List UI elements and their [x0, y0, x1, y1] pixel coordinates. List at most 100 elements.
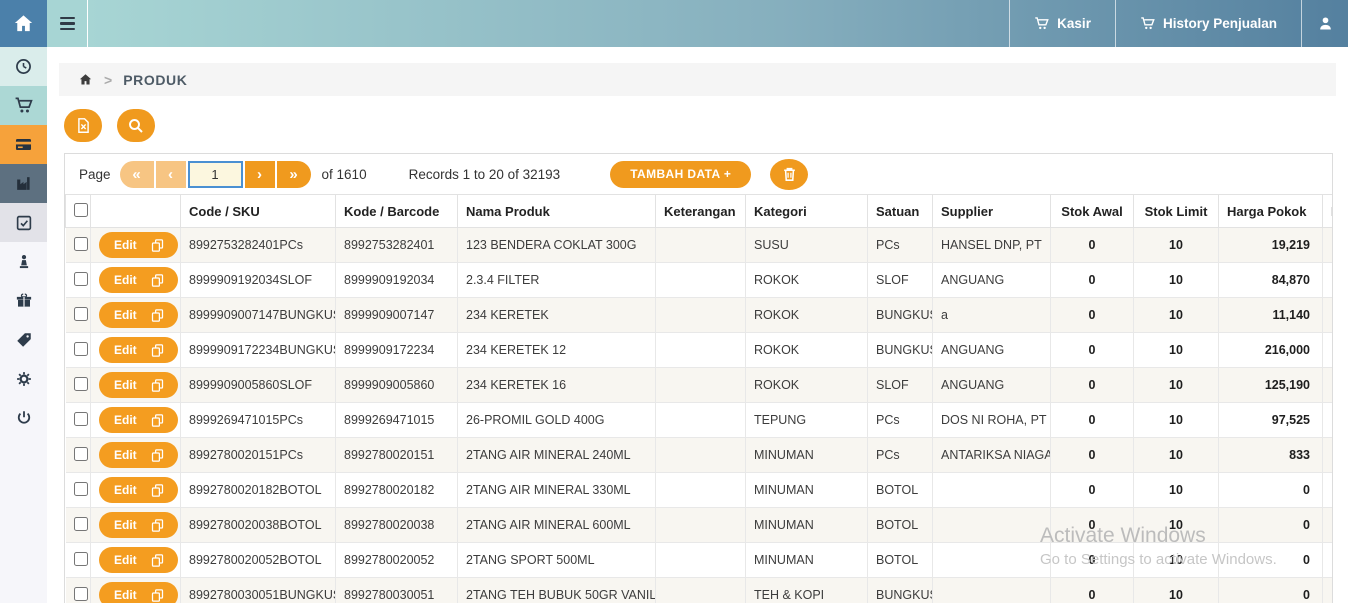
cell-harga-pokok: 0 — [1219, 508, 1323, 543]
product-table-body: Edit 8992753282401PCs 8992753282401 123 … — [66, 228, 1334, 603]
sidebar-item-dashboard[interactable] — [0, 47, 47, 86]
row-checkbox[interactable] — [74, 342, 88, 356]
row-checkbox[interactable] — [74, 447, 88, 461]
row-checkbox[interactable] — [74, 377, 88, 391]
edit-button[interactable]: Edit — [99, 232, 178, 258]
edit-button[interactable]: Edit — [99, 477, 178, 503]
sidebar-item-produk-active[interactable] — [0, 125, 47, 164]
row-checkbox[interactable] — [74, 587, 88, 601]
export-excel-button[interactable] — [64, 109, 102, 142]
page-label: Page — [79, 167, 111, 182]
cell-truncated — [1323, 228, 1334, 263]
edit-button-label: Edit — [114, 378, 137, 392]
column-header-stok-limit: Stok Limit — [1134, 195, 1219, 228]
factory-icon — [14, 174, 33, 193]
row-checkbox[interactable] — [74, 552, 88, 566]
cell-truncated — [1323, 508, 1334, 543]
nav-item-label: Kasir — [1057, 16, 1091, 31]
first-page-button[interactable]: « — [120, 161, 154, 188]
cell-stok-awal: 0 — [1051, 438, 1134, 473]
cell-keterangan — [656, 473, 746, 508]
column-header-keterangan: Keterangan — [656, 195, 746, 228]
cell-code-sku: 8992780020151PCs — [181, 438, 336, 473]
prev-page-button[interactable]: ‹ — [156, 161, 186, 188]
row-checkbox[interactable] — [74, 307, 88, 321]
user-menu-button[interactable] — [1301, 0, 1348, 47]
product-table-panel: Page « ‹ › » of 1610 Records 1 to 20 of … — [64, 153, 1333, 603]
cell-kategori: ROKOK — [746, 298, 868, 333]
cell-stok-limit: 10 — [1134, 333, 1219, 368]
edit-button-label: Edit — [114, 518, 137, 532]
row-checkbox[interactable] — [74, 517, 88, 531]
breadcrumb-home-icon[interactable] — [78, 72, 93, 87]
edit-button[interactable]: Edit — [99, 337, 178, 363]
cell-truncated — [1323, 543, 1334, 578]
cell-kode-barcode: 8992780020182 — [336, 473, 458, 508]
edit-button-label: Edit — [114, 413, 137, 427]
cell-satuan: BOTOL — [868, 508, 933, 543]
sidebar-item-settings[interactable] — [0, 359, 47, 398]
excel-file-icon — [75, 117, 92, 134]
cell-keterangan — [656, 263, 746, 298]
row-checkbox[interactable] — [74, 412, 88, 426]
cell-code-sku: 8992780020038BOTOL — [181, 508, 336, 543]
sidebar-item-gudang[interactable] — [0, 164, 47, 203]
nav-item-kasir[interactable]: Kasir — [1009, 0, 1115, 47]
select-all-checkbox[interactable] — [74, 203, 88, 217]
cell-stok-limit: 10 — [1134, 508, 1219, 543]
cell-truncated — [1323, 438, 1334, 473]
row-checkbox[interactable] — [74, 482, 88, 496]
check-square-icon — [15, 214, 33, 232]
sidebar-item-promo[interactable] — [0, 281, 47, 320]
edit-button-label: Edit — [114, 308, 137, 322]
home-button[interactable] — [0, 0, 47, 47]
table-row: Edit 8992753282401PCs 8992753282401 123 … — [66, 228, 1334, 263]
cell-kode-barcode: 8992753282401 — [336, 228, 458, 263]
cell-keterangan — [656, 333, 746, 368]
table-row: Edit 8999909007147BUNGKUS 8999909007147 … — [66, 298, 1334, 333]
cell-nama-produk: 2TANG AIR MINERAL 240ML — [458, 438, 656, 473]
cell-harga-pokok: 833 — [1219, 438, 1323, 473]
edit-button[interactable]: Edit — [99, 547, 178, 573]
cell-supplier: HANSEL DNP, PT — [933, 228, 1051, 263]
last-page-button[interactable]: » — [277, 161, 311, 188]
cell-supplier: a — [933, 298, 1051, 333]
next-page-button[interactable]: › — [245, 161, 275, 188]
cell-supplier — [933, 508, 1051, 543]
main-content: > PRODUK Page « ‹ — [47, 47, 1348, 603]
sidebar-item-penjualan[interactable] — [0, 86, 47, 125]
delete-selected-button[interactable] — [770, 159, 808, 190]
edit-button[interactable]: Edit — [99, 267, 178, 293]
cell-harga-pokok: 0 — [1219, 473, 1323, 508]
sidebar-item-member[interactable] — [0, 242, 47, 281]
edit-button[interactable]: Edit — [99, 302, 178, 328]
add-data-button[interactable]: TAMBAH DATA + — [610, 161, 751, 188]
navbar-background: Kasir History Penjualan — [88, 0, 1348, 47]
cell-truncated — [1323, 578, 1334, 603]
edit-button[interactable]: Edit — [99, 582, 178, 603]
edit-button[interactable]: Edit — [99, 512, 178, 538]
cell-stok-awal: 0 — [1051, 263, 1134, 298]
cell-harga-pokok: 19,219 — [1219, 228, 1323, 263]
edit-button[interactable]: Edit — [99, 442, 178, 468]
search-button[interactable] — [117, 109, 155, 142]
edit-button[interactable]: Edit — [99, 372, 178, 398]
cell-supplier — [933, 473, 1051, 508]
cell-nama-produk: 234 KERETEK 16 — [458, 368, 656, 403]
sidebar-item-transaksi[interactable] — [0, 203, 47, 242]
cell-kode-barcode: 8999909172234 — [336, 333, 458, 368]
cell-satuan: BOTOL — [868, 543, 933, 578]
cell-nama-produk: 26-PROMIL GOLD 400G — [458, 403, 656, 438]
column-header-truncated: H — [1323, 195, 1334, 228]
row-checkbox[interactable] — [74, 237, 88, 251]
menu-toggle-button[interactable] — [47, 0, 88, 47]
sidebar-item-harga[interactable] — [0, 320, 47, 359]
edit-button[interactable]: Edit — [99, 407, 178, 433]
cell-kode-barcode: 8992780020038 — [336, 508, 458, 543]
row-checkbox[interactable] — [74, 272, 88, 286]
page-number-input[interactable] — [188, 161, 243, 188]
nav-item-history-penjualan[interactable]: History Penjualan — [1115, 0, 1301, 47]
sidebar-item-logout[interactable] — [0, 398, 47, 437]
cell-truncated — [1323, 368, 1334, 403]
cell-code-sku: 8992780020182BOTOL — [181, 473, 336, 508]
